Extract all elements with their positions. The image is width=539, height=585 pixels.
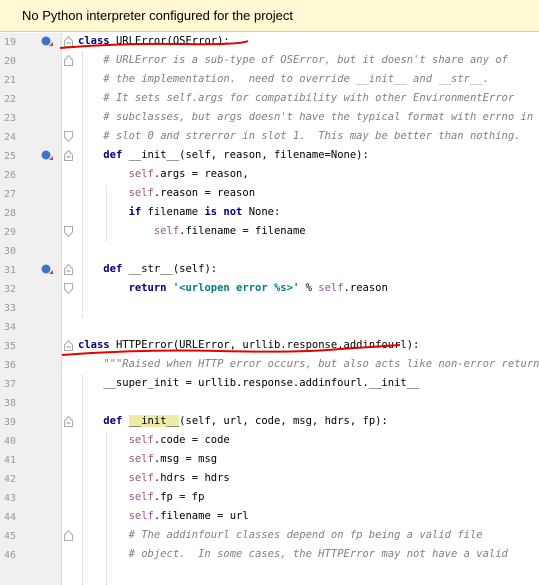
code-editor[interactable]: 19 class URLError(OSError): 20 # URLError … (0, 33, 539, 585)
red-underline-annotation (59, 40, 401, 356)
banner-text: No Python interpreter configured for the… (22, 8, 293, 23)
interpreter-warning-banner[interactable]: No Python interpreter configured for the… (0, 0, 539, 32)
